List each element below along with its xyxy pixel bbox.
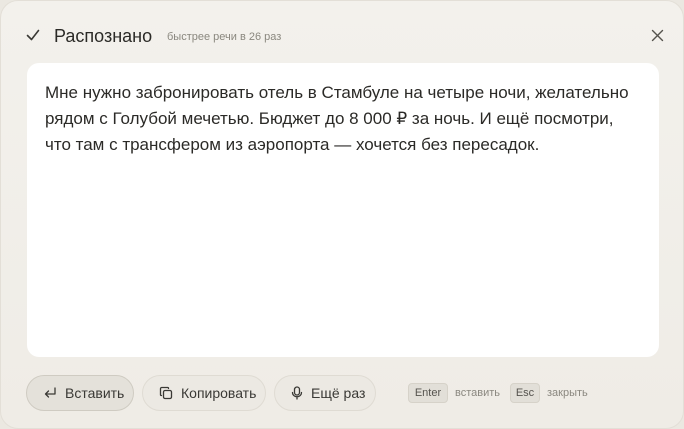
retry-button-label: Ещё раз — [311, 385, 366, 401]
enter-arrow-icon — [44, 387, 56, 398]
speed-subtitle: быстрее речи в 26 раз — [167, 31, 282, 43]
enter-key-badge: Enter — [408, 383, 448, 403]
close-icon[interactable] — [651, 29, 664, 42]
dialog-footer: Вставить Копировать Ещё раз Enter встави… — [1, 373, 684, 413]
copy-button[interactable]: Копировать — [142, 375, 266, 411]
transcript-text: Мне нужно забронировать отель в Стамбуле… — [45, 83, 629, 154]
dialog-header: Распознано быстрее речи в 26 раз — [1, 1, 684, 63]
dialog-title: Распознано — [54, 26, 153, 46]
esc-key-badge: Esc — [510, 383, 540, 403]
insert-button-label: Вставить — [65, 385, 125, 401]
copy-icon — [159, 386, 173, 400]
voice-recognition-dialog: Распознано быстрее речи в 26 раз Мне нуж… — [0, 0, 684, 429]
retry-button[interactable]: Ещё раз — [274, 375, 376, 411]
copy-button-label: Копировать — [181, 385, 257, 401]
microphone-icon — [291, 386, 303, 400]
esc-key-hint: закрыть — [547, 387, 588, 399]
transcript-area[interactable]: Мне нужно забронировать отель в Стамбуле… — [27, 63, 659, 357]
check-icon — [26, 29, 40, 41]
insert-button[interactable]: Вставить — [26, 375, 134, 411]
enter-key-hint: вставить — [455, 387, 501, 399]
